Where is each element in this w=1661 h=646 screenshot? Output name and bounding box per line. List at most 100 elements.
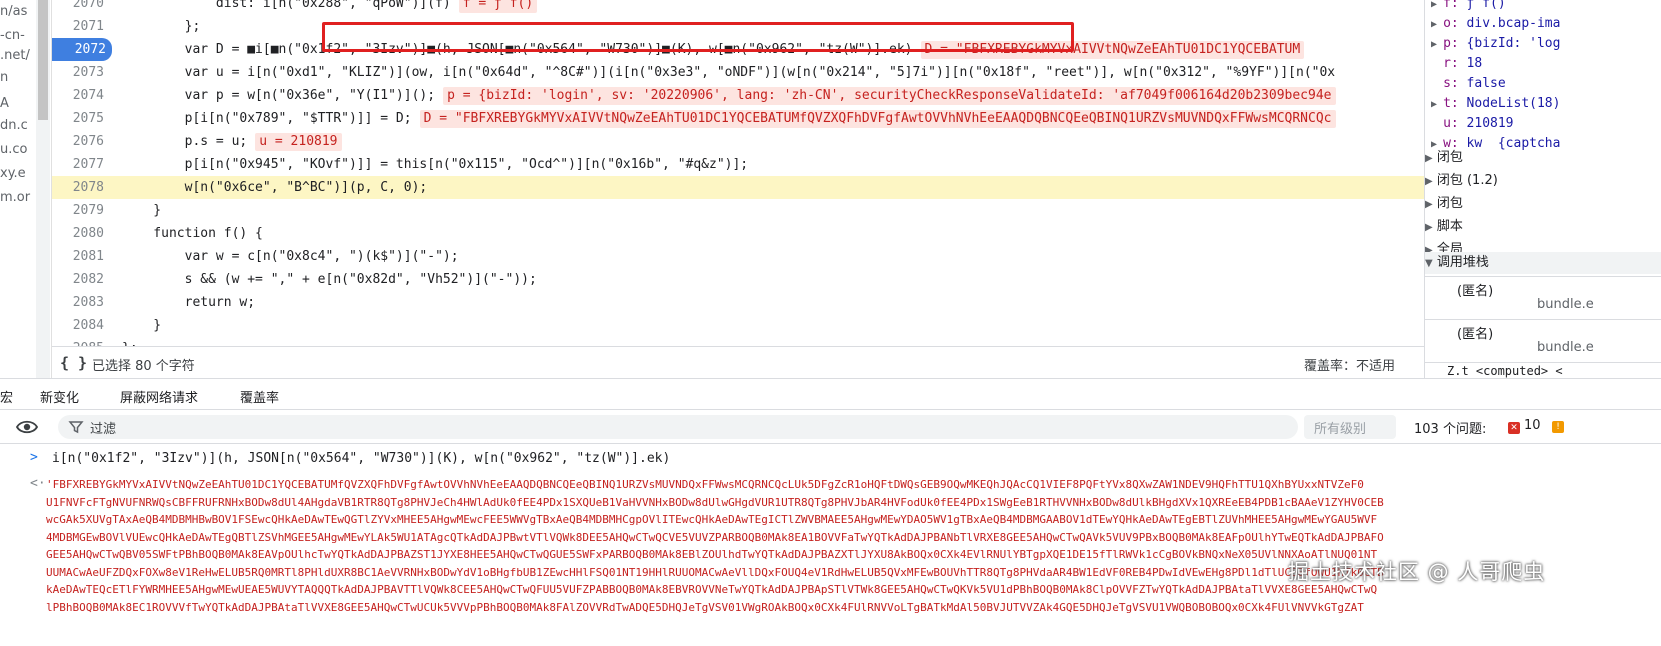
code-editor[interactable]: 2070 dist: i[n("0x288", "qPoW")](f) f = ƒ… [52,0,1424,346]
code-line[interactable]: 2077 p[i[n("0x945", "KOvf")]] = this[n("… [52,153,1424,176]
scope-variable[interactable]: u: 210819 [1425,114,1513,134]
sidebar-item[interactable]: xy.e [0,166,26,181]
scope-variable[interactable]: ▶ o: div.bcap-ima [1425,14,1560,34]
code-text[interactable]: var w = c[n("0x8c4", ")(k$")]("-"); [122,245,459,268]
scope-section-closure[interactable]: ▶ 闭包 (1.2) [1425,170,1498,192]
expand-triangle-icon[interactable]: ▶ [1425,199,1433,210]
code-text[interactable]: }; [122,15,201,38]
tab-macro[interactable]: 宏 [0,387,13,406]
line-number[interactable]: 2081 [52,245,110,268]
issues-count[interactable]: 103 个问题: [1414,418,1486,437]
line-number[interactable]: 2072 [52,38,112,61]
line-number[interactable]: 2083 [52,291,110,314]
code-line[interactable]: 2082 s && (w += "," + e[n("0x82d", "Vh52… [52,268,1424,291]
code-text[interactable]: var p = w[n("0x36e", "Y(I1")](); p = {biz… [122,84,1336,107]
line-number[interactable]: 2076 [52,130,110,153]
tab-coverage[interactable]: 覆盖率 [240,387,279,406]
expand-triangle-icon[interactable] [1425,79,1443,90]
scope-variable[interactable]: ▶ f: ƒ f() [1425,0,1506,14]
line-number[interactable]: 2084 [52,314,110,337]
line-number[interactable]: 2077 [52,153,110,176]
code-text[interactable]: function f() { [122,222,263,245]
computed-frame[interactable]: Z.t <computed> < [1425,362,1661,378]
line-number[interactable]: 2071 [52,15,110,38]
console-result[interactable]: 'FBFXREBYGkMYVxAIVVtNQwZeEAhTU01DC1YQCEB… [46,476,1661,616]
collapse-triangle-icon[interactable]: ▼ [1425,258,1433,269]
code-text[interactable]: } [122,199,161,222]
expand-triangle-icon[interactable] [1425,119,1443,130]
sidebar-item[interactable]: u.co [0,142,27,157]
code-line[interactable]: 2074 var p = w[n("0x36e", "Y(I1")](); p =… [52,84,1424,107]
line-number[interactable]: 2078 [52,176,110,199]
code-text[interactable]: p[i[n("0x789", "$TTR")]] = D; D = "FBFXRE… [122,107,1336,130]
code-text[interactable]: var u = i[n("0xd1", "KLIZ")](ow, i[n("0x… [122,61,1336,84]
scope-section-closure[interactable]: ▶ 闭包 [1425,147,1463,169]
pretty-print-button[interactable]: { } [60,354,87,372]
expand-triangle-icon[interactable]: ▶ [1425,39,1443,50]
code-line[interactable]: 2070 dist: i[n("0x288", "qPoW")](f) f = ƒ… [52,0,1424,15]
code-text[interactable]: p[i[n("0x945", "KOvf")]] = this[n("0x115… [122,153,749,176]
scope-section-script[interactable]: ▶ 脚本 [1425,216,1463,238]
sidebar-scrollbar[interactable] [36,0,50,395]
frame-file[interactable]: bundle.e [1537,340,1594,355]
error-badge[interactable]: ✕ 10 [1508,418,1541,434]
line-number[interactable]: 2073 [52,61,110,84]
console-command[interactable]: i[n("0x1f2", "3Izv")](h, JSON[n("0x564",… [52,451,670,466]
scope-variable[interactable]: ▶ t: NodeList(18) [1425,94,1560,114]
code-line[interactable]: 2078 w[n("0x6ce", "B^BC")](p, C, 0); [52,176,1424,199]
expand-triangle-icon[interactable] [1425,59,1443,70]
expand-triangle-icon[interactable]: ▶ [1425,176,1433,187]
tab-changes[interactable]: 新变化 [40,387,79,406]
scroll-thumb[interactable] [38,0,48,120]
line-number[interactable]: 2079 [52,199,110,222]
code-text[interactable]: p.s = u; u = 210819 [122,130,342,153]
expand-triangle-icon[interactable]: ▶ [1425,0,1443,10]
scope-variable[interactable]: r: 18 [1425,54,1482,74]
sidebar-item[interactable]: A [0,96,9,111]
call-frame[interactable]: (匿名) bundle.e [1425,319,1661,361]
code-text[interactable]: }; [122,337,138,346]
line-number[interactable]: 2080 [52,222,110,245]
code-text[interactable]: s && (w += "," + e[n("0x82d", "Vh52")]("… [122,268,537,291]
sidebar-item[interactable]: .net/ [0,48,30,63]
line-number[interactable]: 2074 [52,84,110,107]
log-levels-dropdown[interactable]: 所有级别 [1304,415,1396,439]
scope-variable[interactable]: ▶ p: {bizId: 'log [1425,34,1560,54]
warning-badge[interactable]: ! [1552,418,1564,433]
sidebar-item[interactable]: -cn- [0,28,25,43]
expand-triangle-icon[interactable]: ▶ [1425,222,1433,233]
code-line[interactable]: 2083 return w; [52,291,1424,314]
line-number[interactable]: 2082 [52,268,110,291]
console-output[interactable]: > i[n("0x1f2", "3Izv")](h, JSON[n("0x564… [0,444,1661,646]
code-text[interactable]: return w; [122,291,255,314]
code-line[interactable]: 2075 p[i[n("0x789", "$TTR")]] = D; D = "F… [52,107,1424,130]
filter-input[interactable]: 过滤 [58,415,1298,439]
sidebar-item[interactable]: n [0,70,8,85]
eye-icon[interactable] [16,418,38,436]
sidebar-item[interactable]: m.or [0,190,30,205]
code-line[interactable]: 2076 p.s = u; u = 210819 [52,130,1424,153]
code-line[interactable]: 2085}; [52,337,1424,346]
line-number[interactable]: 2085 [52,337,110,346]
code-text[interactable]: dist: i[n("0x288", "qPoW")](f) f = ƒ f() [122,0,538,15]
code-text[interactable]: w[n("0x6ce", "B^BC")](p, C, 0); [122,176,428,199]
expand-triangle-icon[interactable]: ▶ [1425,19,1443,30]
code-line[interactable]: 2081 var w = c[n("0x8c4", ")(k$")]("-"); [52,245,1424,268]
expand-triangle-icon[interactable]: ▶ [1425,153,1433,164]
code-line[interactable]: 2073 var u = i[n("0xd1", "KLIZ")](ow, i[… [52,61,1424,84]
scope-variable[interactable]: s: false [1425,74,1506,94]
code-line[interactable]: 2084 } [52,314,1424,337]
call-stack-header[interactable]: ▼ 调用堆栈 [1425,252,1661,274]
frame-file[interactable]: bundle.e [1537,297,1594,312]
expand-triangle-icon[interactable]: ▶ [1425,99,1443,110]
line-number[interactable]: 2070 [52,0,110,15]
tab-network-request-blocking[interactable]: 屏蔽网络请求 [120,387,198,406]
call-frame[interactable]: (匿名) bundle.e [1425,276,1661,318]
sidebar-item[interactable]: n/as [0,4,27,19]
scope-section-closure[interactable]: ▶ 闭包 [1425,193,1463,215]
code-line[interactable]: 2080 function f() { [52,222,1424,245]
line-number[interactable]: 2075 [52,107,110,130]
code-text[interactable]: } [122,314,161,337]
code-line[interactable]: 2079 } [52,199,1424,222]
sidebar-item[interactable]: dn.c [0,118,28,133]
